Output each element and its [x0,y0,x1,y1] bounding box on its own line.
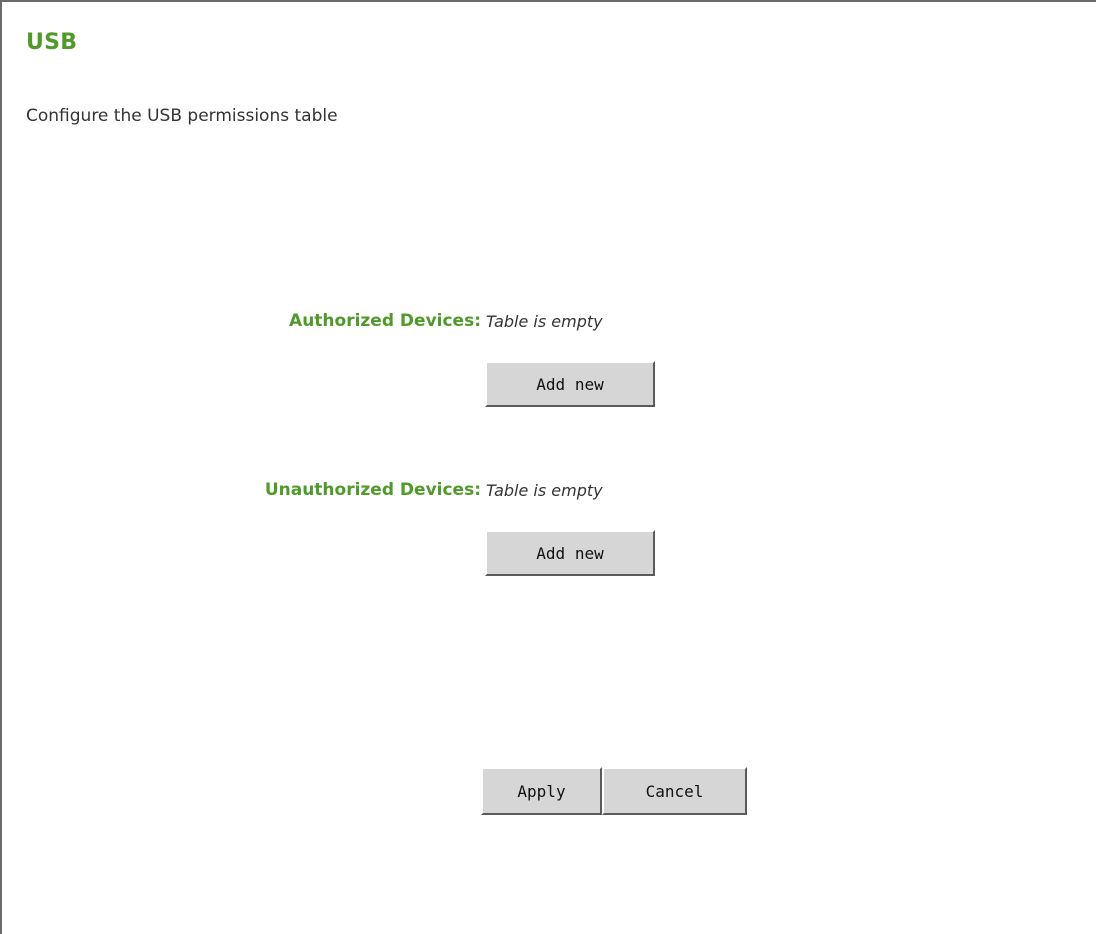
cancel-button[interactable]: Cancel [602,767,747,815]
authorized-devices-value: Table is empty [486,312,603,331]
authorized-devices-label: Authorized Devices: [289,311,481,331]
apply-button[interactable]: Apply [481,767,602,815]
page-description: Configure the USB permissions table [26,106,338,126]
page-frame: USB Configure the USB permissions table … [0,0,1096,934]
unauthorized-devices-value: Table is empty [486,481,603,500]
authorized-add-new-button[interactable]: Add new [485,361,655,407]
unauthorized-add-new-button[interactable]: Add new [485,530,655,576]
unauthorized-devices-label: Unauthorized Devices: [264,480,481,500]
page-title: USB [26,30,78,55]
